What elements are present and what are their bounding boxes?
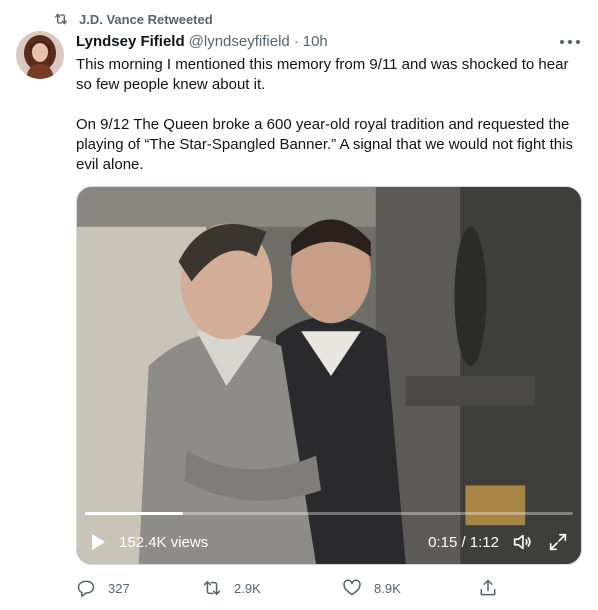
heart-icon	[342, 578, 362, 598]
retweet-icon	[202, 578, 222, 598]
separator-dot: ·	[293, 33, 299, 50]
video-progress-fill	[85, 512, 183, 515]
video-progress-bar[interactable]	[85, 512, 573, 515]
tweet-text: This morning I mentioned this memory fro…	[76, 55, 586, 175]
retweeter-link[interactable]: J.D. Vance Retweeted	[79, 12, 213, 27]
volume-icon[interactable]	[511, 531, 533, 553]
retweet-count: 2.9K	[234, 580, 261, 596]
reply-count: 327	[108, 580, 130, 596]
retweet-button[interactable]: 2.9K	[202, 578, 342, 598]
video-timecode: 0:15 / 1:12	[428, 533, 499, 551]
view-count: 152.4K views	[119, 533, 209, 551]
avatar[interactable]	[16, 31, 64, 79]
tweet-timestamp[interactable]: 10h	[303, 33, 328, 50]
video-controls: 152.4K views 0:15 / 1:12	[77, 520, 581, 564]
author-name[interactable]: Lyndsey Fifield	[76, 33, 185, 50]
video-player[interactable]: 152.4K views 0:15 / 1:12	[76, 186, 582, 565]
more-options-icon[interactable]	[560, 36, 580, 48]
play-icon[interactable]	[89, 533, 107, 551]
like-count: 8.9K	[374, 580, 401, 596]
video-frame	[77, 187, 581, 564]
share-icon	[478, 578, 498, 598]
tweet-actions: 327 2.9K 8.9K	[76, 578, 506, 598]
fullscreen-icon[interactable]	[547, 531, 569, 553]
like-button[interactable]: 8.9K	[342, 578, 478, 598]
author-handle[interactable]: @lyndseyfifield	[189, 33, 290, 50]
tweet-paragraph: This morning I mentioned this memory fro…	[76, 56, 569, 93]
tweet-header: Lyndsey Fifield @lyndseyfifield · 10h	[76, 33, 328, 50]
retweet-icon	[52, 11, 70, 27]
retweet-notice: J.D. Vance Retweeted	[52, 11, 213, 27]
share-button[interactable]	[478, 578, 498, 598]
reply-button[interactable]: 327	[76, 578, 202, 598]
reply-icon	[76, 578, 96, 598]
tweet-paragraph: On 9/12 The Queen broke a 600 year-old r…	[76, 116, 573, 173]
